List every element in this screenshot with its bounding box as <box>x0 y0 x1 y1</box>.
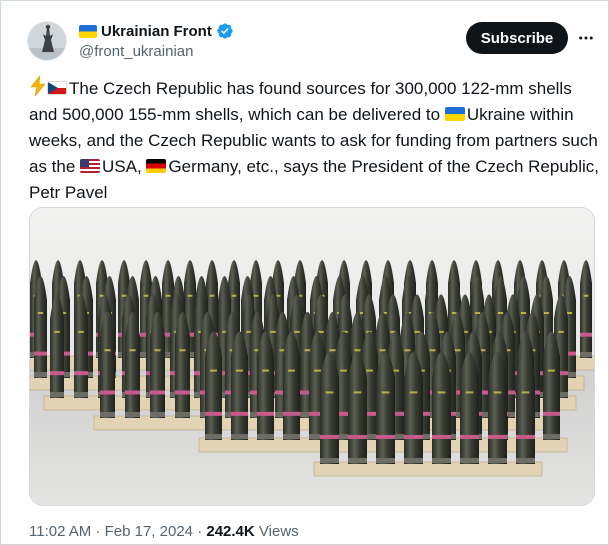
more-horizontal-icon[interactable] <box>575 27 597 49</box>
verified-badge-icon <box>217 23 233 39</box>
tweet-meta: 11:02 AM · Feb 17, 2024 · 242.4K Views <box>29 523 299 540</box>
artillery-shells-image <box>30 208 594 505</box>
views-count: 242.4K <box>206 523 255 540</box>
tweet-time[interactable]: 11:02 AM <box>29 523 91 540</box>
tweet-header: Ukrainian Front @front_ukrainian Subscri… <box>23 19 601 65</box>
views-label: Views <box>258 523 299 540</box>
separator: · <box>95 523 101 540</box>
name-row[interactable]: Ukrainian Front <box>79 22 234 40</box>
handle[interactable]: @front_ukrainian <box>79 43 193 60</box>
separator: · <box>197 523 203 540</box>
avatar[interactable] <box>27 21 67 61</box>
germany-flag-icon <box>146 159 167 173</box>
tweet-photo[interactable] <box>29 207 595 506</box>
ukraine-flag-icon <box>79 24 97 38</box>
tweet-card: Ukrainian Front @front_ukrainian Subscri… <box>0 0 609 545</box>
czech-flag-icon <box>47 81 67 95</box>
ukraine-flag-icon <box>444 107 465 121</box>
usa-flag-icon <box>80 159 101 173</box>
tweet-text-part-3: USA, <box>102 157 147 176</box>
tweet-text: The Czech Republic has found sources for… <box>29 76 599 206</box>
display-name[interactable]: Ukrainian Front <box>101 23 212 40</box>
lightning-emoji-icon <box>30 76 46 96</box>
tweet-date[interactable]: Feb 17, 2024 <box>105 523 193 540</box>
subscribe-button[interactable]: Subscribe <box>466 22 568 54</box>
